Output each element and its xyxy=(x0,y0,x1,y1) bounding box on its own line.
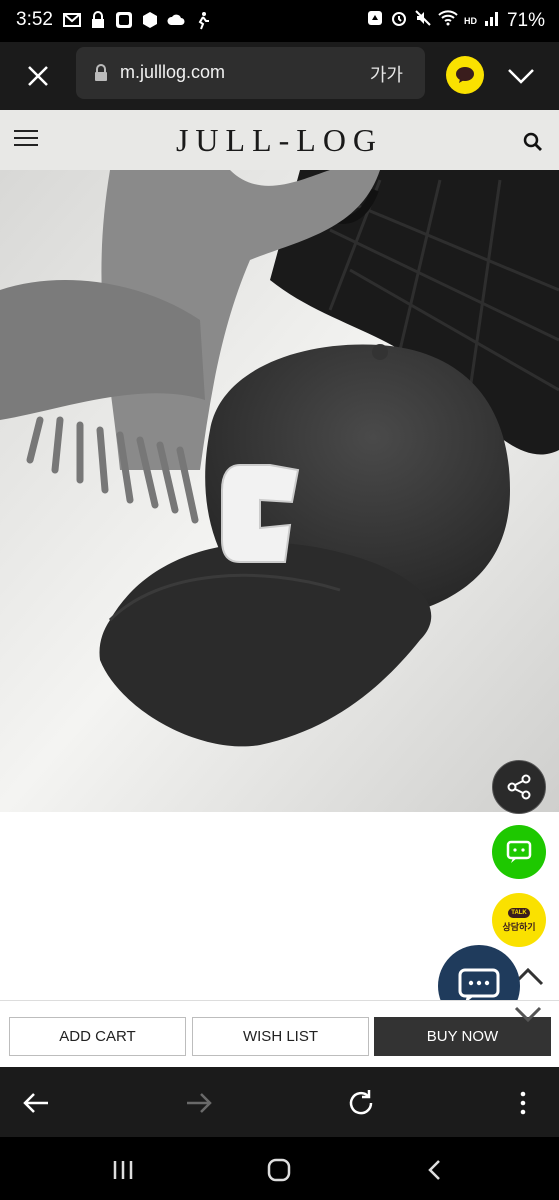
status-bar: 3:52 HD 71% xyxy=(0,0,559,42)
search-icon[interactable] xyxy=(523,132,543,152)
purchase-action-bar: ADD CART WISH LIST BUY NOW xyxy=(0,1000,559,1067)
recycle-icon xyxy=(366,9,384,32)
lock-icon xyxy=(94,64,108,82)
close-icon[interactable] xyxy=(22,60,54,92)
system-back-icon[interactable] xyxy=(422,1157,448,1183)
cloud-icon xyxy=(166,10,186,30)
kakao-consult-button[interactable]: TALK 상담하기 xyxy=(492,893,546,947)
forward-arrow-icon[interactable] xyxy=(183,1087,215,1119)
wifi-icon xyxy=(438,9,458,32)
status-time: 3:52 xyxy=(16,9,53,30)
site-logo[interactable]: JULL-LOG xyxy=(0,122,559,159)
browser-nav-bar xyxy=(0,1067,559,1137)
font-size-button[interactable]: 가가 xyxy=(370,61,403,87)
battery-percent: 71% xyxy=(506,9,545,31)
naver-talk-button[interactable] xyxy=(492,825,546,879)
more-options-icon[interactable] xyxy=(507,1087,539,1119)
app-icon xyxy=(114,10,134,30)
cube-icon xyxy=(140,10,160,30)
signal-icon xyxy=(483,9,501,32)
wish-list-button[interactable]: WISH LIST xyxy=(192,1017,369,1056)
product-photo xyxy=(0,170,559,812)
runner-icon xyxy=(192,10,212,30)
consult-label: 상담하기 xyxy=(502,921,536,932)
status-right-icons: HD 71% xyxy=(366,9,545,32)
mute-icon xyxy=(414,9,432,32)
address-bar[interactable]: m.julllog.com 가가 xyxy=(76,47,425,99)
browser-toolbar: m.julllog.com 가가 xyxy=(0,42,559,110)
chevron-down-icon[interactable] xyxy=(505,62,537,90)
share-button[interactable] xyxy=(492,760,546,814)
talk-bubble-icon: TALK xyxy=(508,907,530,918)
recent-apps-icon[interactable] xyxy=(110,1157,136,1183)
scroll-down-icon[interactable] xyxy=(508,1002,548,1032)
back-arrow-icon[interactable] xyxy=(20,1087,52,1119)
home-icon[interactable] xyxy=(266,1157,292,1183)
add-cart-button[interactable]: ADD CART xyxy=(9,1017,186,1056)
share-icon xyxy=(507,774,531,800)
lock-notification-icon xyxy=(88,10,108,30)
gmail-icon xyxy=(62,10,82,30)
system-nav-bar xyxy=(0,1137,559,1200)
hd-voice-icon: HD xyxy=(463,15,477,26)
kakao-talk-icon[interactable] xyxy=(446,56,484,94)
notification-icons xyxy=(62,10,212,30)
site-header: JULL-LOG xyxy=(0,110,559,170)
url-text: m.julllog.com xyxy=(120,62,226,82)
alarm-icon xyxy=(390,9,408,32)
reload-icon[interactable] xyxy=(345,1087,377,1119)
chat-icon xyxy=(506,840,532,863)
